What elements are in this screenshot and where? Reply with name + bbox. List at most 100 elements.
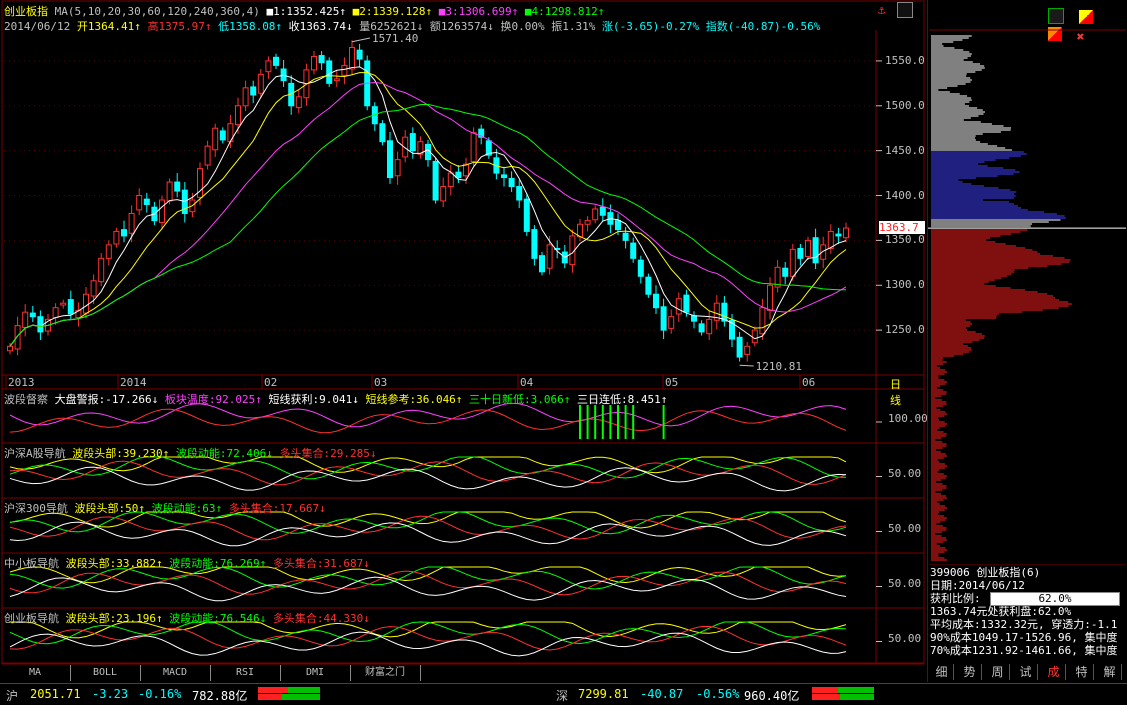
indicator-value: 三十日新低:3.066↑: [462, 393, 571, 406]
candle-body: [60, 302, 67, 306]
panel-title: 中小板导航: [4, 557, 59, 570]
indicator-value: 波段头部:39.230↑: [65, 447, 170, 460]
candle-body: [653, 293, 659, 309]
indicator-tab[interactable]: DMI: [280, 665, 351, 681]
candle-body: [539, 255, 545, 273]
price-tick-label: 1250.0: [885, 323, 925, 337]
candle-body: [751, 329, 758, 344]
sz-label: 深: [556, 689, 569, 703]
indicator-value: 波段头部:50↑: [67, 502, 145, 515]
candle-body: [98, 257, 105, 283]
candle-body: [250, 86, 257, 96]
main-chart-area[interactable]: 1571.40 1210.81 创业板指 MA(5,10,20,30,60,120…: [0, 0, 928, 682]
candle-body: [683, 294, 690, 313]
quote-field: 高1375.97↑: [140, 20, 212, 33]
ma-value: ■2:1339.128↑: [346, 5, 433, 18]
candle-body: [615, 220, 621, 231]
candle-body: [630, 242, 637, 259]
candle-body: [440, 186, 447, 202]
candle-body: [782, 267, 789, 277]
indicator-tab[interactable]: RSI: [210, 665, 281, 681]
candle-body: [531, 229, 538, 259]
candle-body: [128, 212, 135, 234]
ma-value: ■1:1352.425↑: [266, 5, 347, 18]
indicator-value: 短线参考:36.046↑: [358, 393, 463, 406]
indicator-panel-label: 沪深300导航 波段头部:50↑ 波段动能:63↑ 多头集合:17.667↓: [4, 500, 326, 516]
candle-body: [409, 133, 416, 152]
indicator-value: 波段动能:63↑: [145, 502, 223, 515]
candle-body: [14, 325, 21, 350]
panel-title: 创业板导航: [4, 612, 59, 625]
ma10-line: [9, 72, 847, 347]
indicator-value: 大盘警报:-17.266↓: [48, 393, 159, 406]
candle-body: [668, 316, 675, 329]
indicator-tab[interactable]: BOLL: [70, 665, 141, 681]
sidebar-tab[interactable]: 成: [1042, 664, 1066, 680]
panel-axis-label: 50.00: [888, 466, 922, 480]
chip-distribution-sidebar: ✖ 399006 创业板指(6) 日期:2014/06/12 获利比例: 62.…: [927, 0, 1127, 682]
period-label[interactable]: 日线: [890, 376, 901, 408]
anchor-icon[interactable]: ⚓: [878, 3, 885, 17]
indicator-panel-label: 沪深A股导航 波段头部:39.230↑ 波段动能:72.406↓ 多头集合:29…: [4, 445, 376, 461]
indicator-value: 多头集合:44.330↓: [266, 612, 370, 625]
candle-body: [637, 259, 644, 277]
time-tick-label: 03: [374, 376, 388, 389]
candle-body: [37, 316, 44, 333]
candle-body: [83, 293, 89, 314]
indicator-tab[interactable]: MA: [0, 665, 71, 681]
candle-body: [827, 230, 834, 249]
oscillator-line: [9, 576, 847, 602]
candle-body: [166, 181, 173, 202]
sz-value: 7299.81: [578, 687, 629, 701]
candle-body: [311, 55, 317, 71]
candle-body: [90, 280, 97, 297]
candle-body: [432, 160, 439, 201]
candle-body: [136, 195, 143, 211]
sidebar-tab[interactable]: 解: [1098, 664, 1122, 680]
price-tick-label: 1450.0: [885, 143, 925, 157]
candle-body: [242, 87, 249, 107]
time-tick-label: 2014: [120, 376, 147, 389]
sidebar-tab[interactable]: 试: [1014, 664, 1038, 680]
sidebar-tab[interactable]: 特: [1070, 664, 1094, 680]
window-toggle-icon[interactable]: [897, 2, 913, 18]
candle-body: [105, 244, 112, 259]
panel-axis-label: 100.00: [888, 412, 928, 425]
candles: [7, 40, 849, 362]
sidebar-tab[interactable]: 势: [958, 664, 982, 680]
candle-body: [736, 336, 743, 358]
price-tick-label: 1400.0: [885, 188, 925, 202]
panel-axis-label: 50.00: [888, 521, 922, 535]
candle-body: [318, 55, 325, 64]
candle-body: [599, 206, 606, 216]
sh-label: 沪: [6, 689, 19, 703]
chip-detail-line: 90%成本1049.17-1526.96, 集中度: [930, 631, 1118, 644]
candle-body: [767, 284, 773, 311]
high-marker-line: [351, 37, 371, 43]
indicator-tab[interactable]: 财富之门: [350, 665, 421, 681]
sh-value: 2051.71: [30, 687, 81, 701]
indicator-value: 波段动能:76.269↑: [162, 557, 267, 570]
candle-body: [212, 127, 219, 151]
candle-body: [463, 163, 469, 177]
ma-value: ■3:1306.699↑: [432, 5, 519, 18]
candle-body: [257, 73, 264, 94]
panel-axis-label: 50.00: [888, 631, 922, 645]
sidebar-tab[interactable]: 细: [930, 664, 954, 680]
chip-detail-line: 70%成本1231.92-1461.66, 集中度: [930, 644, 1118, 657]
indicator-value: 三日连低:8.451↑: [570, 393, 668, 406]
chip-detail-line: 平均成本:1332.32元, 穿透力:-1.1: [930, 618, 1118, 631]
indicator-value: 短线获利:9.041↓: [261, 393, 359, 406]
indicator-value: 多头集合:17.667↓: [222, 502, 326, 515]
indicator-tab[interactable]: MACD: [140, 665, 211, 681]
sidebar-bottom-tabs: 细势周试成特解: [928, 664, 1126, 681]
candle-body: [29, 312, 36, 318]
indicator-panel-label: 中小板导航 波段头部:33.882↑ 波段动能:76.269↑ 多头集合:31.…: [4, 555, 370, 571]
indicator-value: 多头集合:29.285↓: [272, 447, 377, 460]
indicator-value: 波段动能:76.546↓: [162, 612, 267, 625]
profit-ratio-label: 获利比例:: [930, 592, 981, 605]
oscillator-line: [9, 466, 847, 492]
oscillator-line: [9, 521, 847, 547]
candle-body: [546, 244, 553, 269]
sidebar-tab[interactable]: 周: [986, 664, 1010, 680]
